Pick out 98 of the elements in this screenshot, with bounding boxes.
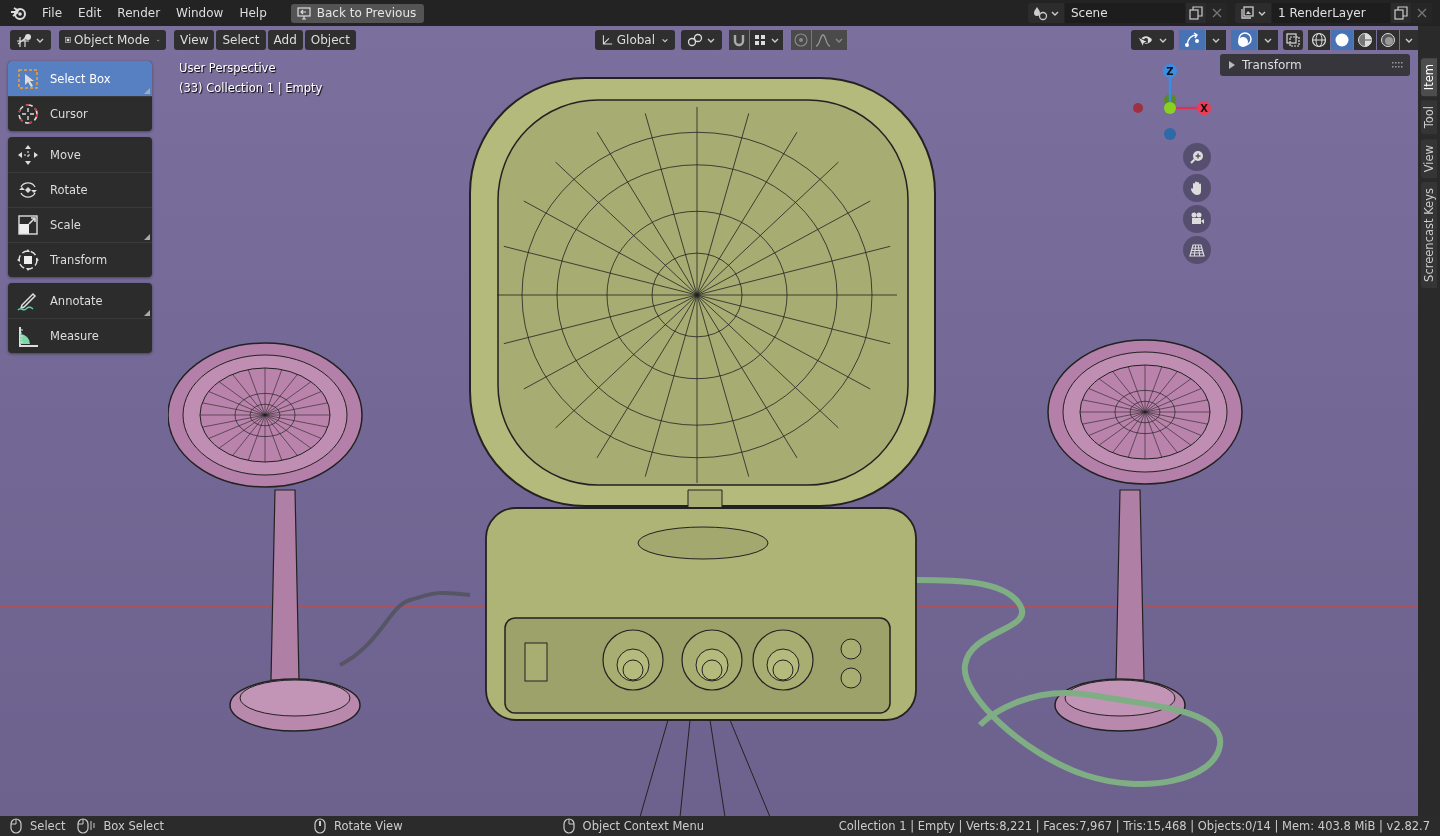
- menu-button[interactable]: Select: [216, 30, 266, 50]
- wireframe-sphere-icon: [1311, 32, 1327, 48]
- sidebar-tab[interactable]: Item: [1421, 58, 1437, 97]
- tool-button[interactable]: Scale: [8, 207, 152, 242]
- mode-dropdown[interactable]: Object Mode: [59, 30, 166, 50]
- viewport-info-text: (33) Collection 1 | Empty: [179, 81, 323, 95]
- sidebar-tab[interactable]: Screencast Keys: [1421, 181, 1437, 288]
- viewport-info-text: User Perspective: [179, 61, 277, 75]
- projection-button[interactable]: [1183, 236, 1211, 264]
- scene-dropdown[interactable]: [1028, 3, 1064, 23]
- camera-view-button[interactable]: [1183, 205, 1211, 233]
- xray-toggle[interactable]: [1283, 30, 1303, 50]
- menu-item[interactable]: Help: [231, 3, 275, 23]
- select-box-icon: [16, 66, 40, 91]
- mouse-left-icon: [10, 818, 22, 834]
- shading-button[interactable]: [1377, 30, 1399, 50]
- axes-icon: [601, 32, 614, 48]
- close-icon: [1212, 8, 1222, 18]
- curve-icon: [815, 33, 831, 47]
- copy-icon: [1394, 6, 1408, 20]
- editor-type-button[interactable]: [10, 30, 51, 50]
- scale-icon: [16, 213, 40, 237]
- status-hint: Rotate View: [334, 819, 403, 833]
- menu-button[interactable]: View: [174, 30, 215, 50]
- tool-button[interactable]: Move: [8, 137, 152, 172]
- copy-button[interactable]: [1186, 3, 1206, 23]
- grip-dots-icon: [1392, 62, 1404, 68]
- shading-button[interactable]: [1331, 30, 1353, 50]
- target-icon: [794, 33, 808, 47]
- snap-element-dropdown[interactable]: [750, 30, 783, 50]
- shading-button[interactable]: [1308, 30, 1330, 50]
- status-hint: Object Context Menu: [582, 819, 704, 833]
- zoom-button[interactable]: [1183, 143, 1211, 171]
- scene-icon: [1032, 5, 1048, 21]
- material-sphere-icon: [1357, 32, 1373, 48]
- overlay-toggle[interactable]: [1231, 30, 1257, 50]
- tool-button[interactable]: Cursor: [8, 96, 152, 131]
- close-icon: [1417, 8, 1427, 18]
- back-to-previous-button[interactable]: Back to Previous: [290, 3, 425, 23]
- menu-button[interactable]: Object: [304, 30, 356, 50]
- shading-button[interactable]: [1354, 30, 1376, 50]
- solid-sphere-icon: [1334, 32, 1350, 48]
- orientation-dropdown[interactable]: Global: [595, 30, 675, 50]
- shading-options-dropdown[interactable]: [1400, 30, 1418, 50]
- sidebar-tab[interactable]: View: [1421, 138, 1437, 178]
- overlay-icon: [1236, 32, 1252, 48]
- blender-logo-icon: [10, 5, 28, 21]
- sidebar-tab[interactable]: Tool: [1421, 100, 1437, 135]
- magnet-icon: [732, 33, 746, 47]
- tool-button[interactable]: Measure: [8, 318, 152, 353]
- mouse-drag-icon: [77, 818, 96, 834]
- menu-button[interactable]: Add: [267, 30, 303, 50]
- grid-dots-icon: [753, 33, 767, 47]
- tool-button[interactable]: Select Box: [8, 61, 152, 96]
- proportional-editing-toggle[interactable]: [791, 30, 811, 50]
- gizmo-toggle[interactable]: [1179, 30, 1205, 50]
- xray-squares-icon: [1286, 33, 1300, 47]
- view-layer-dropdown[interactable]: [1235, 3, 1271, 23]
- axis-label: X: [1200, 103, 1208, 114]
- scene-field[interactable]: Scene: [1065, 3, 1185, 23]
- snap-toggle[interactable]: [729, 30, 749, 50]
- camera-icon: [1189, 211, 1205, 227]
- cursor-icon: [16, 102, 40, 126]
- tool-button[interactable]: Annotate: [8, 283, 152, 318]
- status-hint: Select: [30, 819, 66, 833]
- link-icon: [687, 33, 703, 47]
- gizmo-options-dropdown[interactable]: [1206, 30, 1226, 50]
- axis-grid-icon: [16, 32, 32, 48]
- menu-item[interactable]: Render: [109, 3, 169, 23]
- overlay-options-dropdown[interactable]: [1258, 30, 1278, 50]
- tool-button[interactable]: Transform: [8, 242, 152, 277]
- mouse-right-icon: [562, 818, 575, 834]
- menu-item[interactable]: Edit: [70, 3, 110, 23]
- eye-pointer-icon: [1137, 33, 1155, 47]
- tool-button[interactable]: Rotate: [8, 172, 152, 207]
- ruler-icon: [16, 324, 40, 348]
- axis-label: Z: [1166, 66, 1174, 77]
- view-layer-field[interactable]: 1 RenderLayer: [1272, 3, 1390, 23]
- transform-icon: [16, 248, 40, 272]
- status-hint: Box Select: [103, 819, 164, 833]
- copy-icon: [1189, 6, 1203, 20]
- zoom-icon: [1189, 149, 1205, 165]
- falloff-dropdown[interactable]: [812, 30, 847, 50]
- pan-button[interactable]: [1183, 174, 1211, 202]
- rendered-sphere-icon: [1380, 32, 1396, 48]
- panel-header[interactable]: Transform: [1220, 54, 1410, 76]
- menu-item[interactable]: File: [34, 3, 71, 23]
- view-layer-icon: [1239, 5, 1255, 21]
- mouse-middle-icon: [314, 818, 326, 834]
- scene-statistics: Collection 1 | Empty | Verts:8,221 | Faces:7,967 | Tris:15,468 | Objects:0/14 | Mem: 403.8 MiB | v2.82.7: [838, 819, 1430, 833]
- pivot-dropdown[interactable]: [681, 30, 722, 50]
- copy-button[interactable]: [1391, 3, 1411, 23]
- visibility-dropdown[interactable]: [1131, 30, 1174, 50]
- monitor-icon: [296, 6, 311, 20]
- gizmo-icon: [1184, 32, 1200, 48]
- grid-plane-icon: [1189, 242, 1205, 258]
- menu-item[interactable]: Window: [168, 3, 232, 23]
- panel-title: Transform: [1242, 58, 1303, 72]
